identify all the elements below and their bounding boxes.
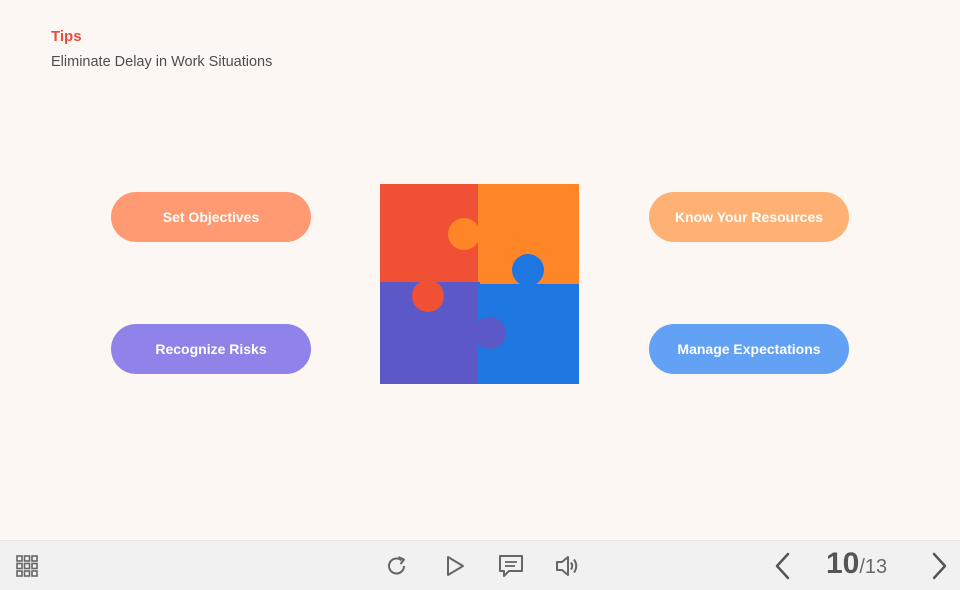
puzzle-tab-3 bbox=[412, 280, 444, 312]
grid-menu-icon[interactable] bbox=[16, 555, 38, 577]
page-counter: 10 /13 bbox=[826, 547, 887, 583]
player-toolbar: 10 /13 bbox=[0, 540, 960, 590]
slide-subheading: Eliminate Delay in Work Situations bbox=[51, 54, 273, 70]
prev-icon[interactable] bbox=[773, 552, 793, 580]
puzzle-tab-4 bbox=[474, 317, 506, 349]
manage-expectations-button[interactable]: Manage Expectations bbox=[649, 324, 849, 374]
puzzle-tab-2 bbox=[512, 254, 544, 286]
volume-icon[interactable] bbox=[555, 554, 581, 578]
recognize-risks-button[interactable]: Recognize Risks bbox=[111, 324, 311, 374]
set-objectives-button[interactable]: Set Objectives bbox=[111, 192, 311, 242]
puzzle-graphic bbox=[380, 184, 579, 384]
replay-icon[interactable] bbox=[385, 554, 409, 578]
slide-heading: Tips bbox=[51, 28, 82, 45]
slide: Tips Eliminate Delay in Work Situations … bbox=[0, 0, 960, 540]
captions-icon[interactable] bbox=[498, 554, 524, 578]
page-current: 10 bbox=[826, 547, 860, 580]
page-total: /13 bbox=[859, 556, 888, 578]
puzzle-tab-1 bbox=[448, 218, 480, 250]
know-your-resources-button[interactable]: Know Your Resources bbox=[649, 192, 849, 242]
play-icon[interactable] bbox=[444, 555, 466, 577]
next-icon[interactable] bbox=[929, 552, 949, 580]
